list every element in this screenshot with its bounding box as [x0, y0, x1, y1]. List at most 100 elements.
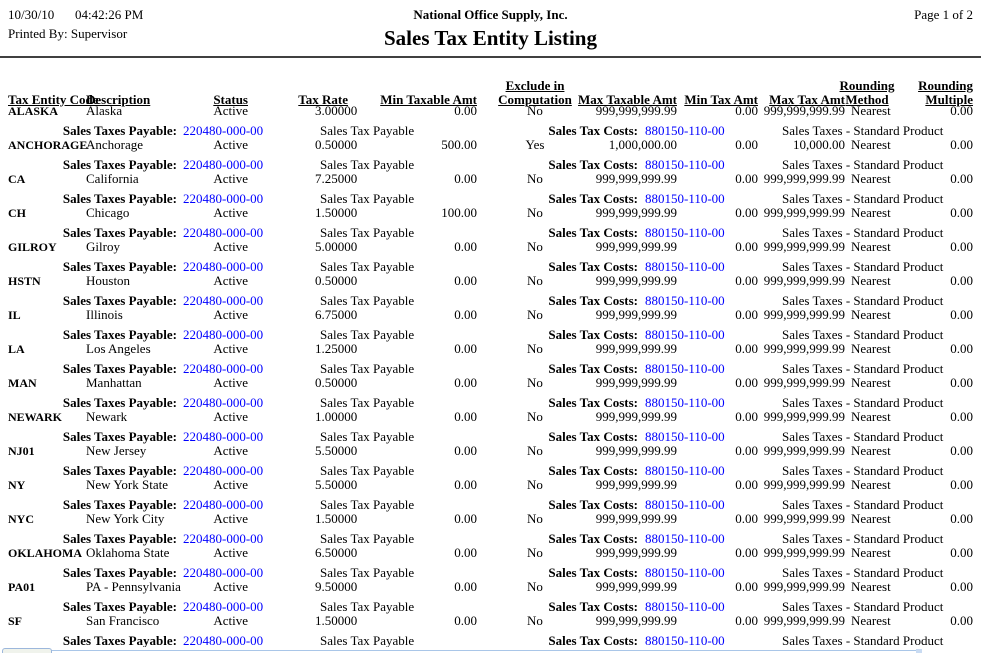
costs-account-description: Sales Taxes - Standard Product	[782, 158, 943, 172]
payable-account-link[interactable]: 220480-000-00	[183, 192, 263, 206]
payable-account-description: Sales Tax Payable	[320, 396, 414, 410]
rounding-multiple-value: 0.00	[905, 580, 973, 594]
entity-account-row: Sales Taxes Payable: 220480-000-00 Sales…	[0, 186, 981, 206]
column-header-rounding-multiple-line1: Rounding	[905, 79, 973, 93]
payable-account-link[interactable]: 220480-000-00	[183, 600, 263, 614]
min-taxable-amt-value: 0.00	[377, 308, 477, 322]
costs-account-link[interactable]: 880150-110-00	[645, 634, 725, 648]
payable-account-link[interactable]: 220480-000-00	[183, 226, 263, 240]
payable-account-description: Sales Tax Payable	[320, 260, 414, 274]
costs-account-link[interactable]: 880150-110-00	[645, 464, 725, 478]
entity-block: LA Los Angeles Active 1.25000 0.00 No 99…	[0, 342, 981, 376]
tax-rate-value: 5.00000	[315, 240, 357, 254]
min-tax-amt-value: 0.00	[658, 376, 758, 390]
entity-description: New York State	[86, 478, 168, 492]
payable-account-link[interactable]: 220480-000-00	[183, 328, 263, 342]
entity-account-row: Sales Taxes Payable: 220480-000-00 Sales…	[0, 390, 981, 410]
sales-tax-costs-label: Sales Tax Costs:	[540, 566, 638, 580]
payable-account-link[interactable]: 220480-000-00	[183, 158, 263, 172]
min-taxable-amt-value: 0.00	[377, 274, 477, 288]
sales-tax-costs-label: Sales Tax Costs:	[540, 600, 638, 614]
payable-account-link[interactable]: 220480-000-00	[183, 294, 263, 308]
min-taxable-amt-value: 0.00	[377, 512, 477, 526]
payable-account-link[interactable]: 220480-000-00	[183, 634, 263, 648]
status-value: Active	[180, 308, 248, 322]
horizontal-scrollbar-track[interactable]	[50, 650, 922, 651]
exclude-in-computation-value: No	[490, 376, 580, 390]
min-taxable-amt-value: 0.00	[377, 580, 477, 594]
min-tax-amt-value: 0.00	[658, 512, 758, 526]
costs-account-description: Sales Taxes - Standard Product	[782, 260, 943, 274]
company-name: National Office Supply, Inc.	[0, 8, 981, 22]
costs-account-link[interactable]: 880150-110-00	[645, 124, 725, 138]
payable-account-link[interactable]: 220480-000-00	[183, 430, 263, 444]
min-taxable-amt-value: 0.00	[377, 172, 477, 186]
entity-code: LA	[8, 342, 25, 356]
entity-code: HSTN	[8, 274, 41, 288]
payable-account-link[interactable]: 220480-000-00	[183, 396, 263, 410]
payable-account-link[interactable]: 220480-000-00	[183, 260, 263, 274]
exclude-in-computation-value: No	[490, 342, 580, 356]
payable-account-description: Sales Tax Payable	[320, 328, 414, 342]
min-taxable-amt-value: 0.00	[377, 478, 477, 492]
horizontal-scrollbar-thumb[interactable]	[2, 648, 52, 653]
exclude-in-computation-value: No	[490, 580, 580, 594]
payable-account-link[interactable]: 220480-000-00	[183, 362, 263, 376]
rounding-method-value: Nearest	[851, 478, 891, 492]
rounding-multiple-value: 0.00	[905, 444, 973, 458]
costs-account-link[interactable]: 880150-110-00	[645, 260, 725, 274]
costs-account-link[interactable]: 880150-110-00	[645, 498, 725, 512]
payable-account-link[interactable]: 220480-000-00	[183, 566, 263, 580]
min-taxable-amt-value: 500.00	[377, 138, 477, 152]
rounding-method-value: Nearest	[851, 342, 891, 356]
exclude-in-computation-value: No	[490, 274, 580, 288]
status-value: Active	[180, 478, 248, 492]
exclude-in-computation-value: No	[490, 206, 580, 220]
costs-account-description: Sales Taxes - Standard Product	[782, 396, 943, 410]
costs-account-link[interactable]: 880150-110-00	[645, 328, 725, 342]
max-tax-amt-value: 999,999,999.99	[745, 546, 845, 560]
payable-account-link[interactable]: 220480-000-00	[183, 124, 263, 138]
costs-account-link[interactable]: 880150-110-00	[645, 600, 725, 614]
payable-account-link[interactable]: 220480-000-00	[183, 464, 263, 478]
payable-account-link[interactable]: 220480-000-00	[183, 498, 263, 512]
status-value: Active	[180, 376, 248, 390]
entity-account-row: Sales Taxes Payable: 220480-000-00 Sales…	[0, 220, 981, 240]
rounding-multiple-value: 0.00	[905, 172, 973, 186]
status-value: Active	[180, 444, 248, 458]
payable-account-description: Sales Tax Payable	[320, 464, 414, 478]
entity-block: PA01 PA - Pennsylvania Active 9.50000 0.…	[0, 580, 981, 614]
costs-account-link[interactable]: 880150-110-00	[645, 362, 725, 376]
costs-account-link[interactable]: 880150-110-00	[645, 532, 725, 546]
entity-block: ALASKA Alaska Active 3.00000 0.00 No 999…	[0, 104, 981, 138]
costs-account-link[interactable]: 880150-110-00	[645, 396, 725, 410]
max-tax-amt-value: 999,999,999.99	[745, 580, 845, 594]
entity-description: Los Angeles	[86, 342, 151, 356]
exclude-in-computation-value: No	[490, 104, 580, 118]
costs-account-link[interactable]: 880150-110-00	[645, 566, 725, 580]
rounding-multiple-value: 0.00	[905, 478, 973, 492]
payable-account-link[interactable]: 220480-000-00	[183, 532, 263, 546]
costs-account-description: Sales Taxes - Standard Product	[782, 328, 943, 342]
sales-tax-costs-label: Sales Tax Costs:	[540, 226, 638, 240]
entity-description: Houston	[86, 274, 130, 288]
entity-block: CH Chicago Active 1.50000 100.00 No 999,…	[0, 206, 981, 240]
entity-account-row: Sales Taxes Payable: 220480-000-00 Sales…	[0, 288, 981, 308]
rounding-multiple-value: 0.00	[905, 138, 973, 152]
min-tax-amt-value: 0.00	[658, 444, 758, 458]
costs-account-link[interactable]: 880150-110-00	[645, 158, 725, 172]
payable-account-description: Sales Tax Payable	[320, 498, 414, 512]
payable-account-description: Sales Tax Payable	[320, 634, 414, 648]
costs-account-link[interactable]: 880150-110-00	[645, 226, 725, 240]
rounding-method-value: Nearest	[851, 206, 891, 220]
costs-account-link[interactable]: 880150-110-00	[645, 192, 725, 206]
entity-code: PA01	[8, 580, 35, 594]
entity-account-row: Sales Taxes Payable: 220480-000-00 Sales…	[0, 118, 981, 138]
entity-description: Manhattan	[86, 376, 142, 390]
costs-account-link[interactable]: 880150-110-00	[645, 430, 725, 444]
min-taxable-amt-value: 0.00	[377, 376, 477, 390]
payable-account-description: Sales Tax Payable	[320, 430, 414, 444]
entity-code: NY	[8, 478, 25, 492]
costs-account-link[interactable]: 880150-110-00	[645, 294, 725, 308]
max-tax-amt-value: 999,999,999.99	[745, 240, 845, 254]
